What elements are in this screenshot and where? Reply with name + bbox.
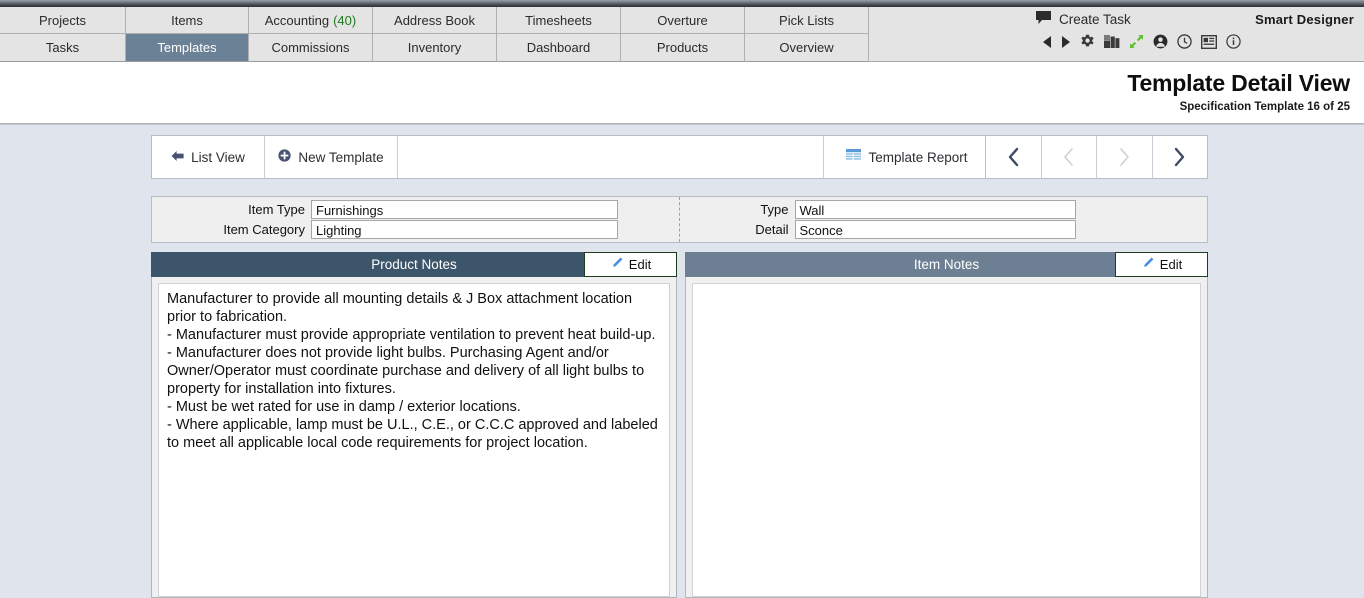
field-value[interactable]: Wall: [794, 200, 1076, 219]
field-value[interactable]: Sconce: [794, 220, 1076, 239]
tab-label: Overture: [657, 12, 708, 28]
tab-label: Products: [656, 40, 709, 55]
list-view-label: List View: [191, 149, 245, 165]
copy-icon[interactable]: [1104, 34, 1120, 49]
field-row: Type Wall: [690, 200, 1198, 220]
template-report-label: Template Report: [868, 149, 968, 165]
tab-label: Dashboard: [526, 40, 591, 55]
info-icon[interactable]: [1226, 34, 1241, 49]
tab-commissions[interactable]: Commissions: [249, 34, 373, 62]
back-arrow-icon[interactable]: [1042, 35, 1052, 49]
field-row: Item Category Lighting: [162, 220, 669, 240]
page-subtitle: Specification Template 16 of 25: [1179, 101, 1350, 113]
pencil-icon: [610, 257, 623, 273]
detail-fields-bar: Item Type Furnishings Item Category Lightin…: [151, 196, 1208, 243]
tab-templates[interactable]: Templates: [126, 34, 249, 62]
pager-last-button[interactable]: [1152, 136, 1207, 178]
pencil-icon: [1141, 257, 1154, 273]
page-title-area: Template Detail View Specification Templ…: [0, 62, 1364, 124]
tab-label: Tasks: [45, 40, 80, 55]
report-table-icon: [846, 149, 862, 165]
product-notes-panel: Product Notes Edit Manufacturer to provi…: [151, 252, 677, 598]
pager-previous-button[interactable]: [1041, 136, 1097, 178]
product-notes-edit-label: Edit: [628, 257, 652, 272]
pager-first-button[interactable]: [986, 136, 1042, 178]
tab-label: Templates: [157, 40, 217, 55]
tab-items[interactable]: Items: [126, 7, 249, 34]
product-notes-body: Manufacturer to provide all mounting det…: [151, 277, 677, 598]
item-notes-edit-label: Edit: [1159, 257, 1183, 272]
brand-label: Smart Designer: [1255, 12, 1354, 27]
tab-label: Timesheets: [525, 12, 592, 28]
window-top-strip: [0, 0, 1364, 7]
tab-label: Inventory: [407, 40, 462, 55]
fields-group-left: Item Type Furnishings Item Category Lightin…: [152, 197, 680, 242]
field-label: Item Type: [248, 202, 305, 217]
item-notes-text[interactable]: [692, 283, 1201, 597]
tab-label: Overview: [779, 40, 834, 55]
tab-label: Pick Lists: [779, 12, 834, 28]
field-row: Detail Sconce: [690, 220, 1198, 240]
tab-inventory[interactable]: Inventory: [373, 34, 497, 62]
field-label: Detail: [755, 222, 789, 237]
tab-tasks[interactable]: Tasks: [0, 34, 126, 62]
plus-circle-icon: [278, 149, 291, 165]
clock-icon[interactable]: [1177, 34, 1192, 49]
tab-timesheets[interactable]: Timesheets: [497, 7, 621, 34]
item-notes-header: Item Notes Edit: [685, 252, 1208, 277]
new-template-button[interactable]: New Template: [265, 136, 398, 178]
field-label: Type: [760, 202, 789, 217]
page-title: Template Detail View: [1127, 70, 1350, 96]
tab-accounting[interactable]: Accounting (40): [249, 7, 373, 34]
gear-icon[interactable]: [1080, 34, 1095, 49]
tab-address-book[interactable]: Address Book: [373, 7, 497, 34]
tab-count-badge: (40): [333, 12, 357, 28]
expand-icon[interactable]: [1129, 34, 1144, 49]
item-notes-body: [685, 277, 1208, 598]
tab-label: Commissions: [271, 40, 350, 55]
tab-row-secondary: Tasks Templates Commissions Inventory Dashbo…: [0, 34, 871, 62]
app-window: Projects Items Accounting (40) Address Book T…: [0, 0, 1364, 598]
product-notes-text[interactable]: Manufacturer to provide all mounting det…: [158, 283, 670, 597]
tab-label: Projects: [39, 12, 86, 28]
record-pager: [985, 135, 1208, 179]
tab-row-primary: Projects Items Accounting (40) Address Book T…: [0, 7, 871, 34]
item-notes-edit-button[interactable]: Edit: [1115, 252, 1208, 277]
create-task-label: Create Task: [1059, 11, 1131, 27]
action-toolbar: List View New Template Template Report: [151, 135, 991, 179]
header-icon-row: [1042, 34, 1241, 49]
fields-group-right: Type Wall Detail Sconce: [680, 197, 1208, 242]
tab-label: Items: [171, 12, 203, 28]
product-notes-title: Product Notes: [371, 257, 457, 272]
pager-next-button[interactable]: [1097, 136, 1153, 178]
field-label: Item Category: [223, 222, 305, 237]
product-notes-edit-button[interactable]: Edit: [584, 252, 677, 277]
tab-pick-lists[interactable]: Pick Lists: [745, 7, 869, 34]
toolbar-spacer: [398, 136, 824, 178]
tab-dashboard[interactable]: Dashboard: [497, 34, 621, 62]
item-notes-title: Item Notes: [913, 257, 980, 272]
header-right-cluster: Create Task Smart Designer: [1024, 9, 1354, 59]
user-icon[interactable]: [1153, 34, 1168, 49]
tab-label: Accounting: [264, 12, 330, 28]
presentation-icon[interactable]: [1201, 34, 1217, 49]
item-notes-panel: Item Notes Edit: [685, 252, 1208, 598]
tab-projects[interactable]: Projects: [0, 7, 126, 34]
main-navigation-tabs: Projects Items Accounting (40) Address Book T…: [0, 7, 871, 62]
field-row: Item Type Furnishings: [162, 200, 669, 220]
create-task-button[interactable]: Create Task: [1036, 11, 1131, 27]
new-template-label: New Template: [298, 149, 384, 165]
template-report-button[interactable]: Template Report: [824, 136, 990, 178]
list-view-button[interactable]: List View: [152, 136, 265, 178]
forward-arrow-icon[interactable]: [1061, 35, 1071, 49]
tab-products[interactable]: Products: [621, 34, 745, 62]
tab-overview[interactable]: Overview: [745, 34, 869, 62]
field-value[interactable]: Lighting: [311, 220, 618, 239]
speech-bubble-icon: [1036, 11, 1051, 27]
tab-overture[interactable]: Overture: [621, 7, 745, 34]
left-arrow-icon: [171, 150, 184, 165]
field-value[interactable]: Furnishings: [311, 200, 618, 219]
tab-label: Address Book: [394, 12, 475, 28]
product-notes-header: Product Notes Edit: [151, 252, 677, 277]
